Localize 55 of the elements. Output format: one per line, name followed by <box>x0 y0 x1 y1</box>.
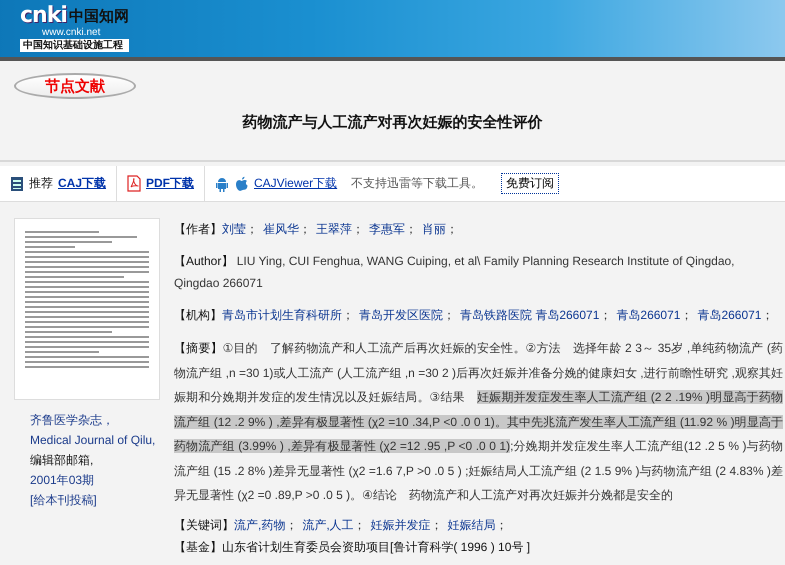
separator-text: ； <box>299 222 311 236</box>
separator-text: ； <box>761 308 774 322</box>
keyword-link[interactable]: 妊娠结局 <box>448 518 496 532</box>
separator-text: ； <box>680 308 692 322</box>
separator-text: ； <box>342 308 354 322</box>
field-label: 【机构】 <box>174 308 222 322</box>
logo-slogan: 中国知识基础设施工程 <box>20 39 129 52</box>
apple-icon <box>235 176 248 192</box>
field-label: 【作者】 <box>174 222 222 236</box>
author-link[interactable]: 李惠军 <box>369 222 405 236</box>
fund-text: 【基金】山东省计划生育委员会资助项目[鲁计育科学( 1996 ) 10号 ] <box>174 538 532 556</box>
author-english-text: 【Author】 LIU Ying, CUI Fenghua, WANG Cuiping, et al\ Family Planning Research Institute of Qingdao, Qingdao 266071 <box>174 253 736 292</box>
institution-link[interactable]: 青岛266071 <box>697 308 762 322</box>
journal-english-name: Medical Journal of Qilu, <box>30 432 156 449</box>
separator-text: ； <box>285 518 298 532</box>
keyword-link[interactable]: 妊娠并发症 <box>370 518 431 532</box>
subscribe-button[interactable]: 免费订阅 <box>501 173 560 194</box>
submit-link[interactable]: [给本刊投稿] <box>30 493 97 507</box>
author-link[interactable]: 崔风华 <box>263 222 299 236</box>
institution-link[interactable]: 青岛市计划生育科研所 <box>222 308 342 322</box>
author-link[interactable]: 王翠萍 <box>316 222 352 236</box>
caj-download-link[interactable]: CAJ下载 <box>58 175 106 192</box>
logo-mark: cnki <box>20 5 67 27</box>
android-icon <box>215 176 230 192</box>
logo-url: www.cnki.net <box>42 28 102 38</box>
cajviewer-download-link[interactable]: CAJViewer下载 <box>254 175 338 192</box>
article-title: 药物流产与人工流产对再次妊娠的安全性评价 <box>242 113 544 132</box>
document-icon <box>10 176 24 192</box>
email-label: 编辑部邮箱, <box>30 452 94 469</box>
institution-link[interactable]: 青岛266071 <box>616 308 680 322</box>
pdf-download-link[interactable]: PDF下载 <box>146 175 194 192</box>
separator-text: ； <box>443 308 455 322</box>
logo-name: 中国知网 <box>68 7 129 25</box>
notice-text: 不支持迅雷等下载工具。 <box>351 175 484 192</box>
journal-issue: 2001年03期 <box>30 472 96 489</box>
institution-link[interactable]: 青岛开发区医院 <box>359 308 443 322</box>
keyword-link[interactable]: 流产,药物 <box>234 518 286 532</box>
keyword-link[interactable]: 流产,人工 <box>302 518 354 532</box>
separator-text: ； <box>430 518 443 532</box>
separator-text: ； <box>405 222 417 236</box>
author-link[interactable]: 肖丽 <box>422 222 446 236</box>
institution-link[interactable]: 青岛铁路医院 青岛266071 <box>460 308 600 322</box>
field-label: 【关键词】 <box>174 518 234 532</box>
abstract-text: 【摘要】①目的 了解药物流产和人工流产后再次妊娠的安全性。②方法 选择年龄 2 3～ 35岁 ,单纯药物流产 (药物流产组 ,n =30 1)或人工流产 (人工流产组 ,n =30 2 )后再次妊娠并准备分娩的健康妇女 ,进行前瞻性研究 ,观察其妊娠期和分娩期并发症的发生情况以及妊娠结局。③结果 妊娠期并发症发生率人工流产组 (2 2 .19% )明显高于药物流产组 (12 .2 9% ) ,差异有极显著性 (χ2 =10 .34,P <0 .0 0 1)。其中先兆流产发生率人工流产组 (11.92 % )明显高于药物流产组 (3.99% ) ,差异有极显著性 (χ2 =12 .95 ,P <0 .0 0 1);分娩期并发症发生率人工流产组(12 .2 5 % )与药物流产组 (15 .2 8% )差异无显著性 (χ2 =1.6 7,P >0 .0 5 ) ;妊娠结局人工流产组 (2 1.5 9% )与药物流产组 (2 4.83% )差异无显著性 (χ2 =0 .89,P >0 .0 5 )。④结论 药物流产和人工流产对再次妊娠并分娩都是安全的 <box>174 340 783 504</box>
journal-name-link[interactable]: 齐鲁医学杂志， <box>30 413 114 427</box>
pdf-icon <box>127 175 142 192</box>
separator-text: ； <box>496 518 508 532</box>
separator-text: ； <box>599 308 612 322</box>
author-link[interactable]: 刘莹 <box>222 222 246 236</box>
separator-text: ； <box>354 518 366 532</box>
separator-text: ； <box>246 222 258 236</box>
section-tab[interactable]: 节点文献 <box>14 73 136 99</box>
recommend-label: 推荐 <box>29 175 53 192</box>
separator-text: ； <box>446 222 458 236</box>
separator-text: ； <box>352 222 364 236</box>
